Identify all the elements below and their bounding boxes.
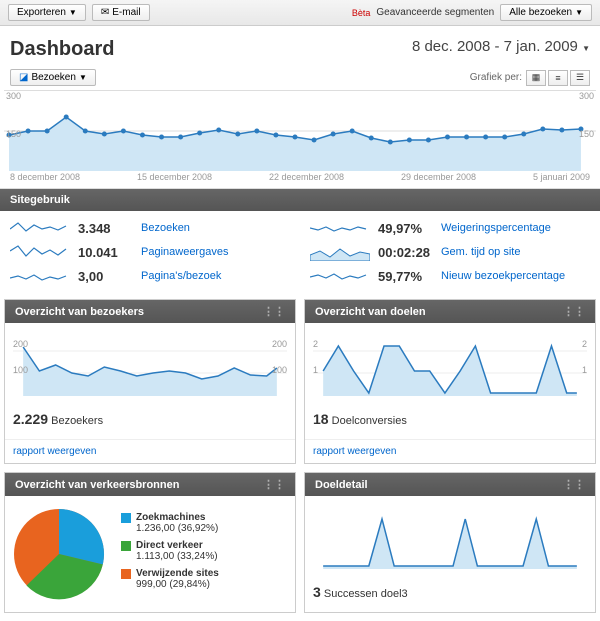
chart-controls: ◪ Bezoeken ▼ Grafiek per: ▦ ≡ ☰ [0,69,600,90]
chevron-down-icon: ▼ [575,8,583,17]
x-tick: 29 december 2008 [401,172,476,182]
usage-row: 3,00 Pagina's/bezoek [10,267,290,285]
drag-icon: ⋮⋮ [263,305,285,318]
doeldetail-panel: Doeldetail⋮⋮ 3 Successen doel3 [304,472,596,613]
panel-header[interactable]: Doeldetail⋮⋮ [305,473,595,496]
panel-stat: 2.229 Bezoekers [13,407,287,431]
panel-header[interactable]: Overzicht van doelen⋮⋮ [305,300,595,323]
view-week-button[interactable]: ≡ [548,70,568,86]
dashboard-header: Dashboard 8 dec. 2008 - 7 jan. 2009 ▼ [0,26,600,69]
y-axis-label: 300 [6,91,21,101]
usage-link[interactable]: Paginaweergaves [141,246,228,258]
y-axis-label: 150 [6,129,21,139]
usage-value: 3,00 [78,269,133,284]
export-button[interactable]: Exporteren▼ [8,4,86,21]
usage-value: 10.041 [78,245,133,260]
toolbar: Exporteren▼ ✉E-mail Bèta Geavanceerde se… [0,0,600,26]
usage-link[interactable]: Pagina's/bezoek [141,270,221,282]
legend-item: Zoekmachines1.236,00 (36,92%) [121,512,219,534]
usage-link[interactable]: Nieuw bezoekpercentage [441,270,565,282]
panel-header[interactable]: Overzicht van verkeersbronnen⋮⋮ [5,473,295,496]
chevron-down-icon: ▼ [582,44,590,53]
y-axis-label: 150 [579,129,594,139]
usage-row: 49,97% Weigeringspercentage [310,219,590,237]
legend-swatch [121,569,131,579]
x-tick: 5 januari 2009 [533,172,590,182]
panel-header[interactable]: Overzicht van bezoekers⋮⋮ [5,300,295,323]
bezoekers-panel: Overzicht van bezoekers⋮⋮ 200 100 200 10… [4,299,296,464]
legend-swatch [121,541,131,551]
main-chart: 300 150 300 150 [4,90,596,170]
sparkline [310,267,370,285]
grafiek-per-label: Grafiek per: [470,72,522,83]
sparkline [310,219,370,237]
page-title: Dashboard [10,38,114,61]
segments-label: Geavanceerde segmenten [376,7,494,18]
main-line-chart [4,91,596,171]
toolbar-right: Bèta Geavanceerde segmenten Alle bezoeke… [352,4,592,21]
traffic-pie-chart [9,504,109,604]
usage-link[interactable]: Bezoeken [141,222,190,234]
sparkline [10,219,70,237]
x-tick: 8 december 2008 [10,172,80,182]
report-link[interactable]: rapport weergeven [305,439,595,463]
usage-link[interactable]: Gem. tijd op site [441,246,520,258]
x-tick: 22 december 2008 [269,172,344,182]
bezoekers-chart: 200 100 200 100 [13,331,287,401]
usage-row: 3.348 Bezoeken [10,219,290,237]
date-range-picker[interactable]: 8 dec. 2008 - 7 jan. 2009 ▼ [412,38,590,55]
pie-legend: Zoekmachines1.236,00 (36,92%) Direct ver… [121,512,219,596]
y-axis-label: 300 [579,91,594,101]
sparkline [10,243,70,261]
x-axis: 8 december 2008 15 december 2008 22 dece… [0,170,600,189]
drag-icon: ⋮⋮ [263,478,285,491]
x-tick: 15 december 2008 [137,172,212,182]
sparkline [10,267,70,285]
email-icon: ✉ [101,7,109,18]
sitegebruik-header: Sitegebruik [0,189,600,211]
email-button[interactable]: ✉E-mail [92,4,150,21]
metric-selector[interactable]: ◪ Bezoeken ▼ [10,69,96,86]
usage-link[interactable]: Weigeringspercentage [441,222,551,234]
legend-item: Verwijzende sites999,00 (29,84%) [121,568,219,590]
all-visits-button[interactable]: Alle bezoeken▼ [500,4,592,21]
drag-icon: ⋮⋮ [563,305,585,318]
usage-value: 00:02:28 [378,245,433,260]
beta-label: Bèta [352,8,371,18]
view-day-button[interactable]: ▦ [526,70,546,86]
panel-stat: 3 Successen doel3 [313,580,587,604]
view-month-button[interactable]: ☰ [570,70,590,86]
drag-icon: ⋮⋮ [563,478,585,491]
sparkline [310,243,370,261]
usage-row: 10.041 Paginaweergaves [10,243,290,261]
verkeer-panel: Overzicht van verkeersbronnen⋮⋮ Zoekmach… [4,472,296,613]
usage-value: 59,77% [378,269,433,284]
chevron-down-icon: ▼ [69,8,77,17]
doelen-chart: 2 1 2 1 [313,331,587,401]
doeldetail-chart [313,504,587,574]
panel-stat: 18 Doelconversies [313,407,587,431]
usage-value: 3.348 [78,221,133,236]
usage-grid: 3.348 Bezoeken 10.041 Paginaweergaves 3,00… [0,211,600,299]
usage-row: 00:02:28 Gem. tijd op site [310,243,590,261]
legend-swatch [121,513,131,523]
usage-value: 49,97% [378,221,433,236]
usage-row: 59,77% Nieuw bezoekpercentage [310,267,590,285]
chevron-down-icon: ▼ [79,73,87,82]
doelen-panel: Overzicht van doelen⋮⋮ 2 1 2 1 18 Doelco… [304,299,596,464]
report-link[interactable]: rapport weergeven [5,439,295,463]
